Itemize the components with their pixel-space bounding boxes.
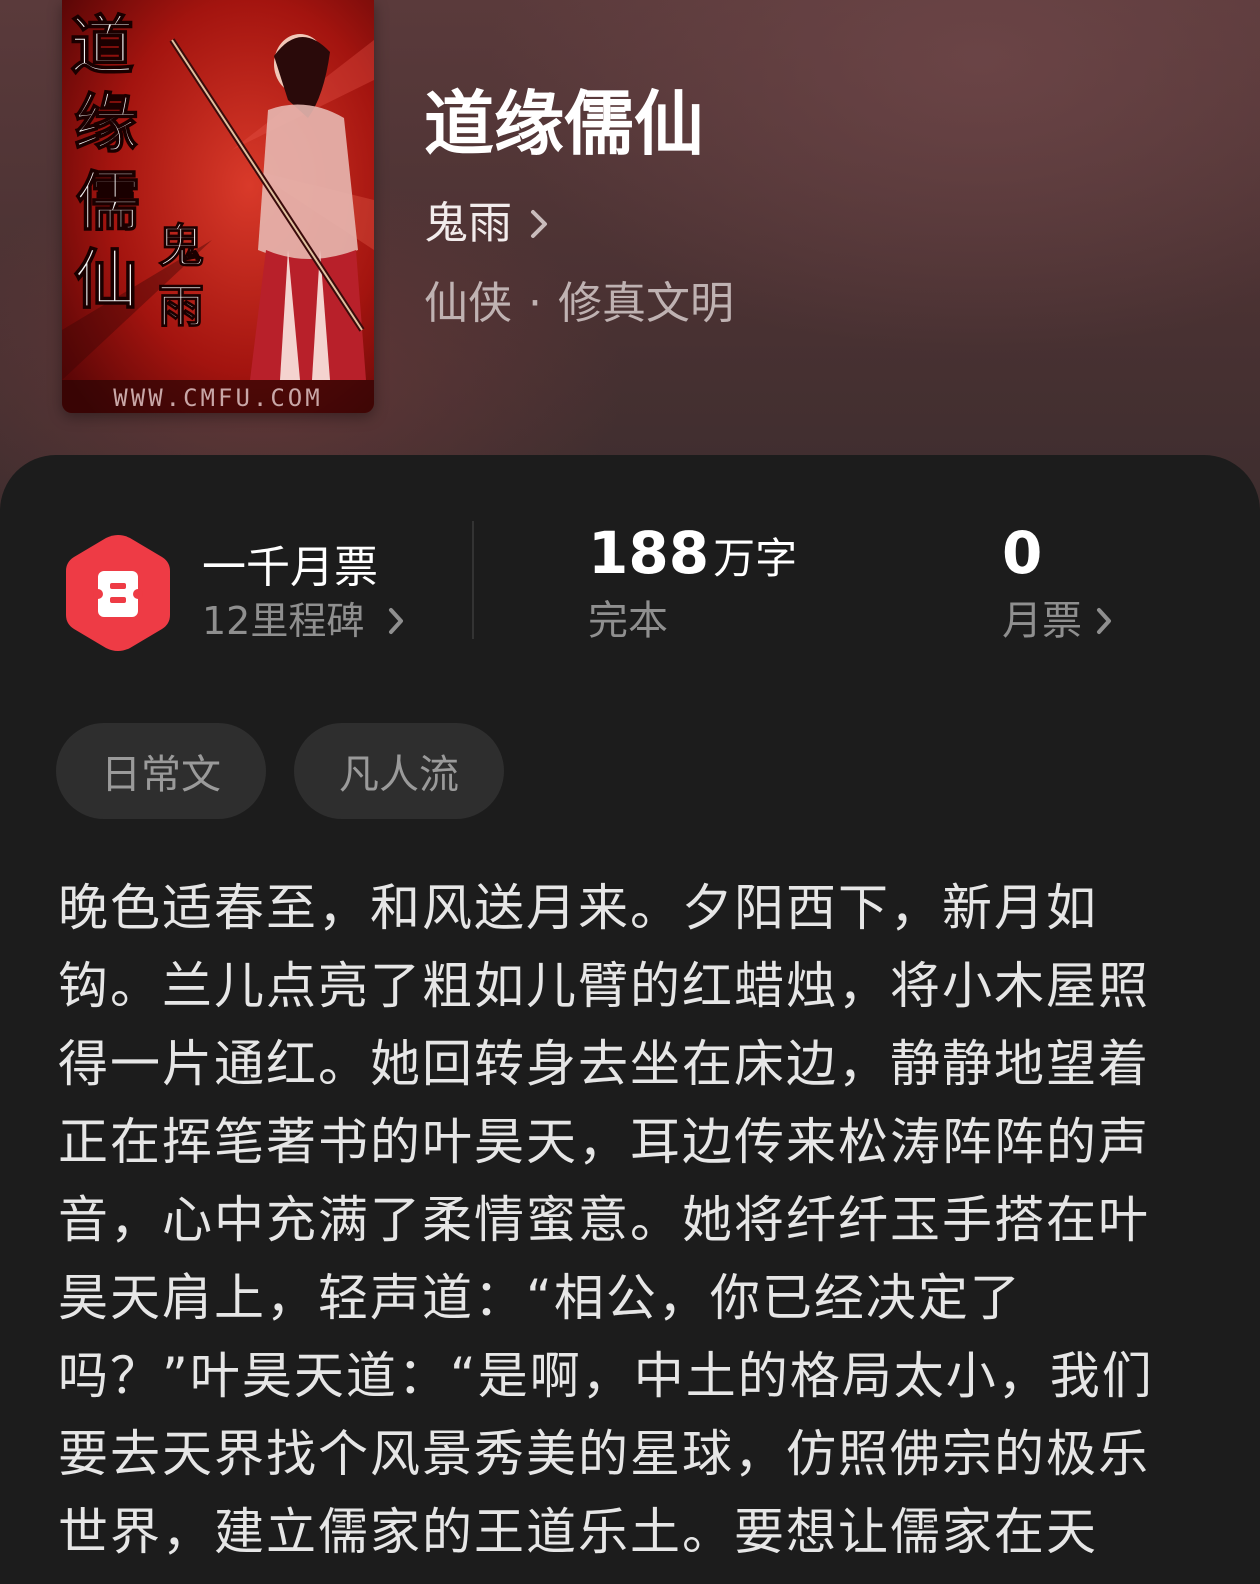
chevron-right-icon xyxy=(1096,607,1112,635)
word-count-unit: 万字 xyxy=(713,534,798,583)
author-name: 鬼雨 xyxy=(424,198,512,249)
detail-panel: 一千月票 12里程碑 188万字 完本 0 月票 日常文 凡人流 晚色适春至，和… xyxy=(0,455,1260,1584)
chevron-right-icon xyxy=(388,607,404,635)
tag-chip[interactable]: 日常文 xyxy=(56,723,266,819)
book-detail-page: 道 缘 儒 仙 鬼 雨 WWW.CMFU.COM 道缘儒仙 鬼雨 仙侠 · 修真文明 xyxy=(0,0,1260,1584)
chevron-right-icon xyxy=(530,209,548,239)
book-synopsis[interactable]: 晚色适春至，和风送月来。夕阳西下，新月如钩。兰儿点亮了粗如儿臂的红蜡烛，将小木屋… xyxy=(58,869,1168,1571)
genre-primary: 仙侠 xyxy=(424,278,512,329)
cover-watermark: WWW.CMFU.COM xyxy=(113,384,322,412)
badge-title: 一千月票 xyxy=(202,541,378,593)
genre-separator: · xyxy=(528,278,542,329)
word-count-value: 188万字 xyxy=(588,519,797,589)
cover-title-glyph: 道 xyxy=(70,9,134,84)
monthly-ticket-label-row: 月票 xyxy=(1002,597,1112,645)
monthly-ticket-stat[interactable]: 0 月票 xyxy=(1002,519,1112,645)
cover-title-glyph: 仙 xyxy=(74,243,138,318)
genre-secondary: 修真文明 xyxy=(558,278,734,329)
cover-author-glyph: 雨 xyxy=(158,279,204,333)
badge-subtitle: 12里程碑 xyxy=(202,599,404,645)
stats-divider xyxy=(472,521,474,639)
badge-text: 一千月票 12里程碑 xyxy=(202,542,404,644)
ticket-badge-icon xyxy=(66,535,170,651)
completion-status: 完本 xyxy=(588,597,797,645)
tag-list: 日常文 凡人流 xyxy=(56,723,504,819)
monthly-ticket-value: 0 xyxy=(1002,519,1043,587)
word-count-stat: 188万字 完本 xyxy=(588,519,797,645)
book-cover[interactable]: 道 缘 儒 仙 鬼 雨 WWW.CMFU.COM xyxy=(62,0,374,413)
word-count-number: 188 xyxy=(588,519,710,587)
book-cover-art: 道 缘 儒 仙 鬼 雨 WWW.CMFU.COM xyxy=(62,0,374,413)
cover-author-glyph: 鬼 xyxy=(158,219,204,273)
milestone-count: 12里程碑 xyxy=(202,598,365,643)
monthly-ticket-label: 月票 xyxy=(1002,597,1082,644)
tag-chip[interactable]: 凡人流 xyxy=(294,723,504,819)
genre-line: 仙侠 · 修真文明 xyxy=(424,278,734,331)
author-link[interactable]: 鬼雨 xyxy=(424,196,548,252)
cover-title-glyph: 缘 xyxy=(74,87,138,162)
book-title: 道缘儒仙 xyxy=(424,82,704,165)
completion-label: 完本 xyxy=(588,597,668,644)
milestone-badge[interactable]: 一千月票 12里程碑 xyxy=(62,531,404,655)
cover-title-glyph: 儒 xyxy=(76,165,140,240)
